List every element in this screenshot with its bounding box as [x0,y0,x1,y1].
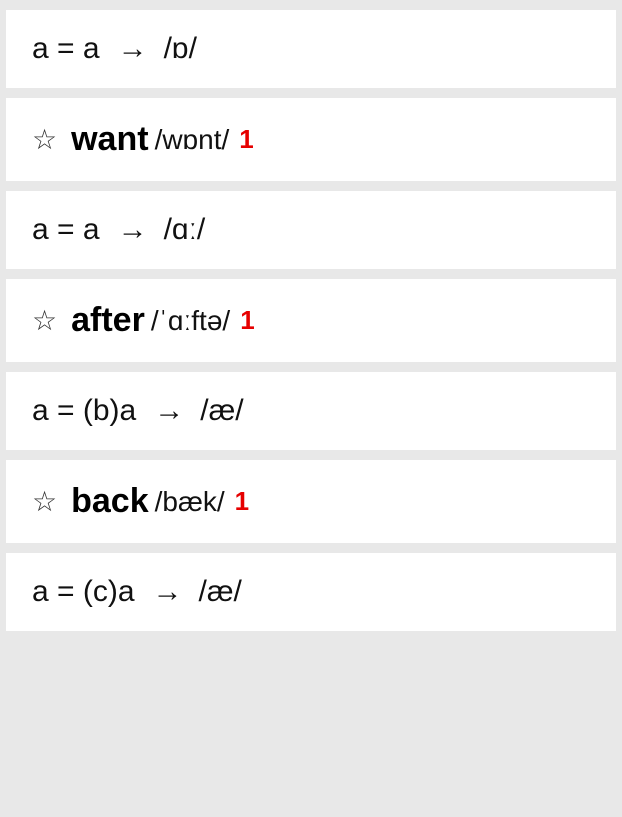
star-icon[interactable]: ☆ [32,307,57,335]
word-card[interactable]: ☆ back/bæk/1 [6,460,616,543]
rule-card[interactable]: a = (c)a → /æ/ [6,553,616,631]
rule-card[interactable]: a = a → /ɒ/ [6,10,616,88]
word-phoneme: /bæk/ [155,486,225,518]
word-text: after [71,301,145,340]
rule-phoneme: /æ/ [200,394,243,428]
rule-card[interactable]: a = (b)a → /æ/ [6,372,616,450]
star-icon[interactable]: ☆ [32,488,57,516]
arrow-icon: → [153,575,183,609]
arrow-icon: → [154,394,184,428]
rule-phoneme: /æ/ [199,575,242,609]
rule-left: a = (c)a [32,575,135,609]
sense-number: 1 [240,305,254,336]
rule-phoneme: /ɑː/ [164,213,206,247]
word-text: want [71,120,148,159]
rule-card[interactable]: a = a → /ɑː/ [6,191,616,269]
rule-left: a = a [32,213,100,247]
word-card[interactable]: ☆ want/wɒnt/1 [6,98,616,181]
word-phoneme: /ˈɑːftə/ [151,305,230,337]
word-phoneme: /wɒnt/ [155,124,230,156]
rule-phoneme: /ɒ/ [164,32,197,66]
word-text: back [71,482,149,521]
rule-left: a = a [32,32,100,66]
star-icon[interactable]: ☆ [32,126,57,154]
rule-left: a = (b)a [32,394,136,428]
arrow-icon: → [118,213,148,247]
word-card[interactable]: ☆ after/ˈɑːftə/1 [6,279,616,362]
sense-number: 1 [239,124,253,155]
sense-number: 1 [235,486,249,517]
arrow-icon: → [118,32,148,66]
